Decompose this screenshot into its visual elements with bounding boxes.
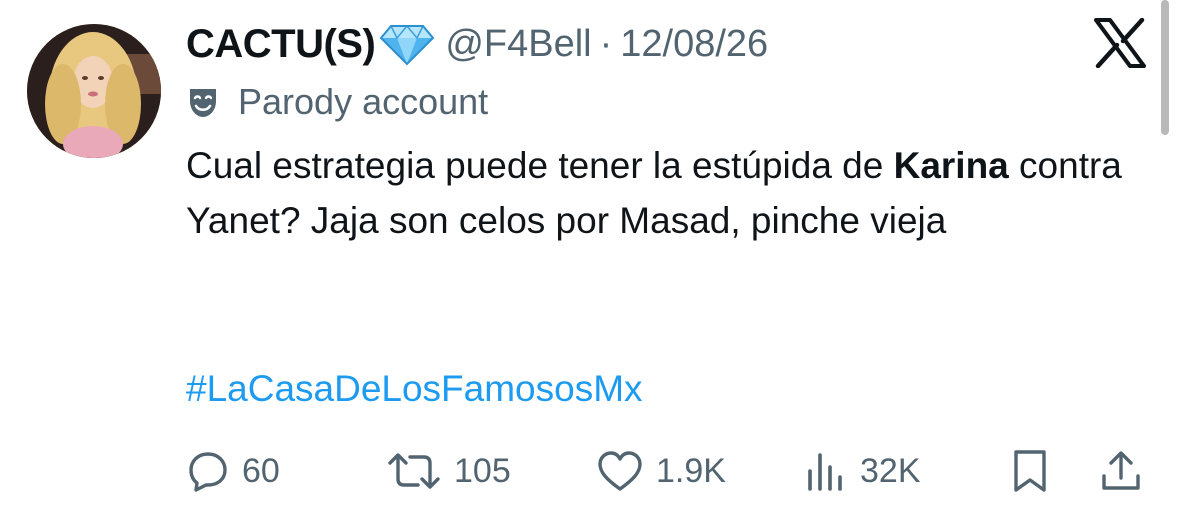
speech-bubble-icon bbox=[189, 452, 227, 492]
views-button[interactable]: 32K bbox=[804, 440, 921, 502]
reply-button[interactable]: 60 bbox=[186, 440, 280, 502]
reply-count: 60 bbox=[242, 451, 280, 490]
repost-count: 105 bbox=[454, 451, 511, 490]
diamond-icon bbox=[379, 22, 435, 66]
scrollbar-thumb[interactable] bbox=[1161, 0, 1169, 135]
like-count: 1.9K bbox=[656, 451, 726, 490]
tweet-date[interactable]: 12/08/26 bbox=[620, 23, 768, 66]
theater-mask-icon bbox=[186, 85, 220, 119]
bar-chart-icon bbox=[808, 453, 842, 491]
views-count: 32K bbox=[860, 451, 921, 490]
separator-dot: · bbox=[599, 22, 613, 65]
tweet-text: Cual estrategia puede tener la estúpida … bbox=[186, 138, 1161, 248]
tweet-header: CACTU(S) @F4Bell · 12/08/26 bbox=[186, 16, 768, 72]
hashtag-link[interactable]: #LaCasaDeLosFamososMx bbox=[186, 368, 643, 410]
avatar[interactable] bbox=[27, 24, 161, 158]
heart-icon bbox=[598, 451, 642, 491]
repost-button[interactable]: 105 bbox=[386, 440, 511, 502]
x-logo-icon[interactable] bbox=[1094, 17, 1146, 69]
like-button[interactable]: 1.9K bbox=[596, 440, 726, 502]
display-name[interactable]: CACTU(S) bbox=[186, 22, 376, 67]
tweet-text-part1: Cual estrategia puede tener la estúpida … bbox=[186, 145, 894, 186]
tweet-card: CACTU(S) @F4Bell · 12/08/26 Parody accou… bbox=[0, 0, 1179, 525]
bookmark-button[interactable] bbox=[1010, 440, 1050, 502]
share-upload-icon bbox=[1102, 451, 1140, 490]
action-bar: 60 105 1.9K 32K bbox=[0, 440, 1179, 502]
repost-arrows-icon bbox=[388, 453, 440, 489]
parody-account-label: Parody account bbox=[238, 81, 489, 122]
tweet-text-bold: Karina bbox=[893, 145, 1009, 186]
parody-label-row: Parody account bbox=[186, 78, 488, 126]
share-button[interactable] bbox=[1100, 440, 1142, 502]
bookmark-icon bbox=[1014, 450, 1046, 492]
user-handle[interactable]: @F4Bell bbox=[445, 23, 591, 66]
